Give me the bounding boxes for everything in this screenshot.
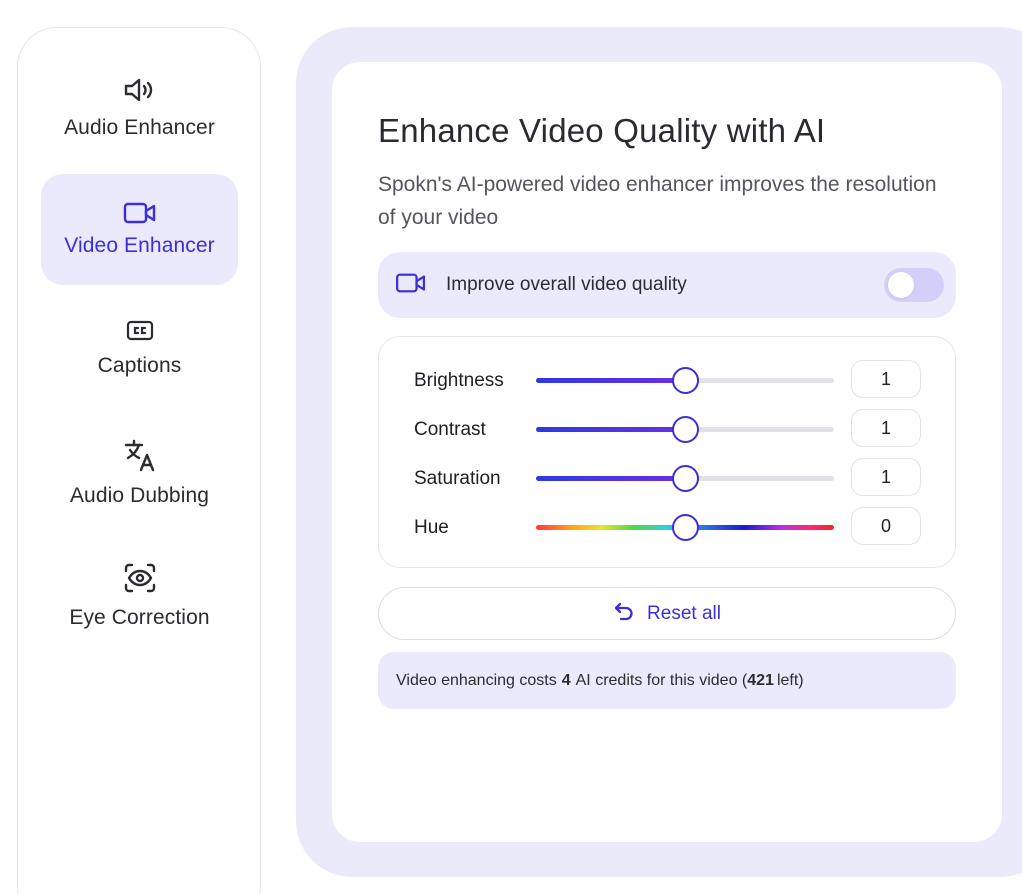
slider-label: Contrast bbox=[414, 419, 486, 440]
sidebar-item-label: Video Enhancer bbox=[64, 234, 215, 257]
slider-row-contrast: Contrast 1 bbox=[379, 409, 955, 449]
contrast-slider[interactable] bbox=[536, 416, 834, 443]
saturation-slider[interactable] bbox=[536, 465, 834, 492]
sidebar-item-audio-enhancer[interactable]: Audio Enhancer bbox=[41, 70, 238, 150]
credits-suffix: left) bbox=[776, 671, 804, 689]
slider-label: Hue bbox=[414, 517, 449, 538]
translate-icon bbox=[122, 438, 158, 472]
reset-all-label: Reset all bbox=[647, 602, 721, 624]
toggle-knob bbox=[888, 272, 914, 298]
speaker-icon bbox=[122, 70, 158, 104]
credits-remaining: 421 bbox=[747, 671, 774, 689]
credits-notice: Video enhancing costs 4 AI credits for t… bbox=[378, 652, 956, 709]
slider-fill bbox=[536, 427, 685, 432]
sidebar-item-captions[interactable]: Captions bbox=[41, 308, 238, 388]
credits-cost: 4 bbox=[561, 671, 571, 689]
sidebar-item-audio-dubbing[interactable]: Audio Dubbing bbox=[41, 438, 238, 518]
slider-row-brightness: Brightness 1 bbox=[379, 360, 955, 400]
slider-row-hue: Hue 0 bbox=[379, 507, 955, 547]
slider-fill bbox=[536, 378, 685, 383]
slider-fill bbox=[536, 476, 685, 481]
slider-thumb[interactable] bbox=[672, 465, 699, 492]
brightness-value-input[interactable]: 1 bbox=[851, 360, 921, 398]
contrast-value-input[interactable]: 1 bbox=[851, 409, 921, 447]
slider-label: Brightness bbox=[414, 370, 504, 391]
sidebar-item-eye-correction[interactable]: Eye Correction bbox=[41, 560, 238, 640]
reset-all-button[interactable]: Reset all bbox=[378, 587, 956, 640]
sidebar-item-label: Eye Correction bbox=[69, 606, 210, 629]
slider-thumb[interactable] bbox=[672, 416, 699, 443]
slider-thumb[interactable] bbox=[672, 514, 699, 541]
credits-middle: AI credits for this video ( bbox=[575, 671, 748, 689]
eye-focus-icon bbox=[123, 560, 157, 594]
page-subtitle: Spokn's AI-powered video enhancer improv… bbox=[378, 173, 937, 229]
slider-label: Saturation bbox=[414, 468, 501, 489]
sidebar-item-label: Audio Dubbing bbox=[69, 484, 210, 507]
slider-thumb[interactable] bbox=[672, 367, 699, 394]
sidebar-item-label: Audio Enhancer bbox=[64, 116, 215, 139]
hue-slider[interactable] bbox=[536, 514, 834, 541]
credits-prefix: Video enhancing costs bbox=[396, 671, 557, 689]
video-camera-icon bbox=[122, 192, 158, 226]
sidebar-item-label: Captions bbox=[97, 354, 182, 377]
sidebar: Audio Enhancer Video Enhancer Captions A… bbox=[17, 27, 261, 894]
adjustments-panel: Brightness 1 Contrast 1 Saturation 1 Hue… bbox=[378, 336, 956, 568]
improve-quality-label: Improve overall video quality bbox=[446, 274, 687, 295]
sidebar-item-video-enhancer[interactable]: Video Enhancer bbox=[41, 174, 238, 285]
brightness-slider[interactable] bbox=[536, 367, 834, 394]
video-camera-icon bbox=[394, 271, 428, 300]
page-title: Enhance Video Quality with AI bbox=[378, 112, 826, 149]
saturation-value-input[interactable]: 1 bbox=[851, 458, 921, 496]
hue-value-input[interactable]: 0 bbox=[851, 507, 921, 545]
improve-quality-toggle[interactable] bbox=[884, 268, 944, 302]
improve-quality-row: Improve overall video quality bbox=[378, 252, 956, 318]
closed-captions-icon bbox=[125, 308, 155, 342]
slider-row-saturation: Saturation 1 bbox=[379, 458, 955, 498]
undo-icon bbox=[613, 601, 635, 626]
